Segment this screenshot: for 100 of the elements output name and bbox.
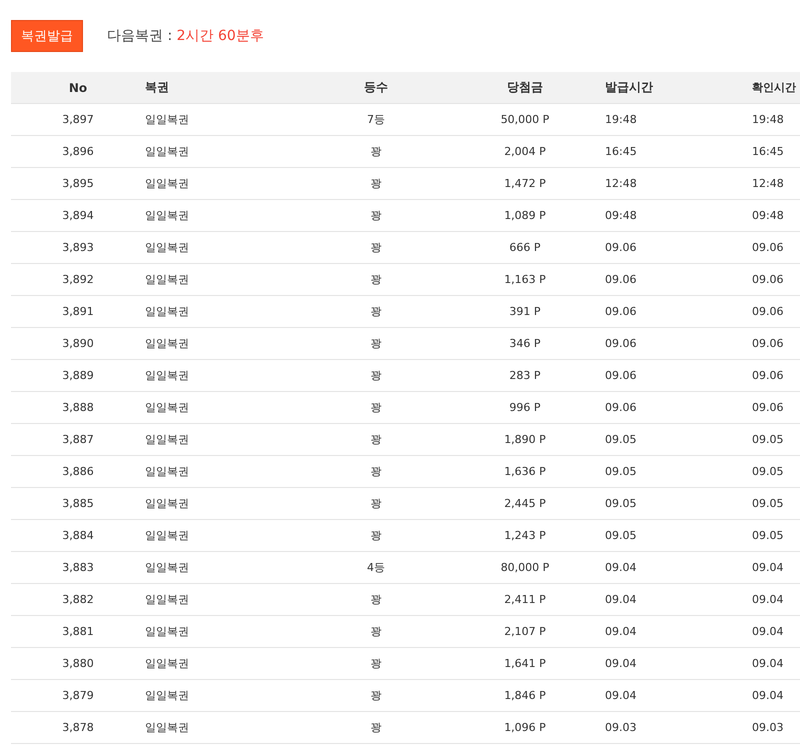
table-cell: 09.05 [598,424,745,456]
table-cell: 꽝 [300,392,452,424]
table-cell: 09.04 [745,584,800,616]
table-cell: 09:48 [598,200,745,232]
table-cell: 3,893 [11,232,145,264]
column-header: 발급시간 [598,72,745,104]
table-cell: 꽝 [300,520,452,552]
table-cell: 꽝 [300,680,452,712]
table-cell: 09.06 [598,328,745,360]
table-cell: 꽝 [300,360,452,392]
next-ticket-time: 2시간 60분후 [176,27,264,45]
table-cell: 09.03 [745,712,800,744]
table-cell: 09.05 [598,456,745,488]
table-cell: 꽝 [300,424,452,456]
table-cell: 09.06 [745,232,800,264]
table-cell: 19:48 [745,104,800,136]
table-cell: 09:48 [745,200,800,232]
table-cell: 09.06 [598,392,745,424]
table-cell: 3,892 [11,264,145,296]
table-cell: 09.06 [745,264,800,296]
table-cell: 346 P [452,328,598,360]
next-ticket-label: 다음복권 : [107,27,174,45]
table-cell: 2,004 P [452,136,598,168]
table-cell: 09.06 [745,392,800,424]
table-cell: 3,879 [11,680,145,712]
table-cell: 09.04 [745,680,800,712]
table-cell: 3,883 [11,552,145,584]
table-cell: 12:48 [745,168,800,200]
table-cell: 09.06 [598,232,745,264]
table-cell: 3,885 [11,488,145,520]
table-cell: 09.05 [598,488,745,520]
issue-ticket-button[interactable]: 복권발급 [11,20,83,52]
table-cell: 1,472 P [452,168,598,200]
table-cell: 09.05 [745,520,800,552]
table-cell: 391 P [452,296,598,328]
table-cell: 일일복권 [145,328,300,360]
table-cell: 1,641 P [452,648,598,680]
table-cell: 283 P [452,360,598,392]
table-cell: 1,163 P [452,264,598,296]
table-cell: 2,411 P [452,584,598,616]
table-cell: 09.06 [745,360,800,392]
table-cell: 일일복권 [145,104,300,136]
table-cell: 50,000 P [452,104,598,136]
table-cell: 1,096 P [452,712,598,744]
table-cell: 7등 [300,104,452,136]
table-cell: 일일복권 [145,488,300,520]
table-cell: 3,896 [11,136,145,168]
column-header: 등수 [300,72,452,104]
table-cell: 09.04 [745,552,800,584]
table-cell: 09.05 [745,456,800,488]
table-cell: 19:48 [598,104,745,136]
table-cell: 일일복권 [145,584,300,616]
table-cell: 666 P [452,232,598,264]
table-cell: 996 P [452,392,598,424]
table-cell: 꽝 [300,616,452,648]
table-cell: 일일복권 [145,456,300,488]
table-cell: 3,897 [11,104,145,136]
table-cell: 일일복권 [145,648,300,680]
table-cell: 09.06 [598,360,745,392]
table-cell: 80,000 P [452,552,598,584]
table-cell: 꽝 [300,136,452,168]
table-cell: 1,089 P [452,200,598,232]
table-cell: 일일복권 [145,392,300,424]
table-cell: 09.04 [598,616,745,648]
table-cell: 일일복권 [145,136,300,168]
table-cell: 09.04 [598,552,745,584]
table-cell: 09.05 [745,424,800,456]
table-cell: 꽝 [300,232,452,264]
column-header: 복권 [145,72,300,104]
table-cell: 일일복권 [145,424,300,456]
table-cell: 일일복권 [145,616,300,648]
table-cell: 1,890 P [452,424,598,456]
table-cell: 16:45 [745,136,800,168]
table-cell: 16:45 [598,136,745,168]
table-cell: 09.03 [598,712,745,744]
table-cell: 09.04 [598,584,745,616]
table-cell: 꽝 [300,328,452,360]
table-cell: 3,888 [11,392,145,424]
table-cell: 꽝 [300,200,452,232]
table-cell: 2,107 P [452,616,598,648]
table-cell: 1,243 P [452,520,598,552]
table-cell: 09.05 [745,488,800,520]
table-cell: 일일복권 [145,552,300,584]
table-cell: 1,846 P [452,680,598,712]
table-cell: 3,889 [11,360,145,392]
table-cell: 3,894 [11,200,145,232]
table-cell: 3,891 [11,296,145,328]
table-cell: 꽝 [300,584,452,616]
table-cell: 꽝 [300,456,452,488]
table-cell: 일일복권 [145,168,300,200]
table-cell: 09.06 [745,328,800,360]
table-cell: 3,880 [11,648,145,680]
column-header: 확인시간 [745,72,800,104]
table-cell: 09.05 [598,520,745,552]
table-cell: 3,882 [11,584,145,616]
table-cell: 꽝 [300,712,452,744]
table-cell: 3,890 [11,328,145,360]
table-cell: 꽝 [300,648,452,680]
table-cell: 1,636 P [452,456,598,488]
table-cell: 09.04 [745,616,800,648]
